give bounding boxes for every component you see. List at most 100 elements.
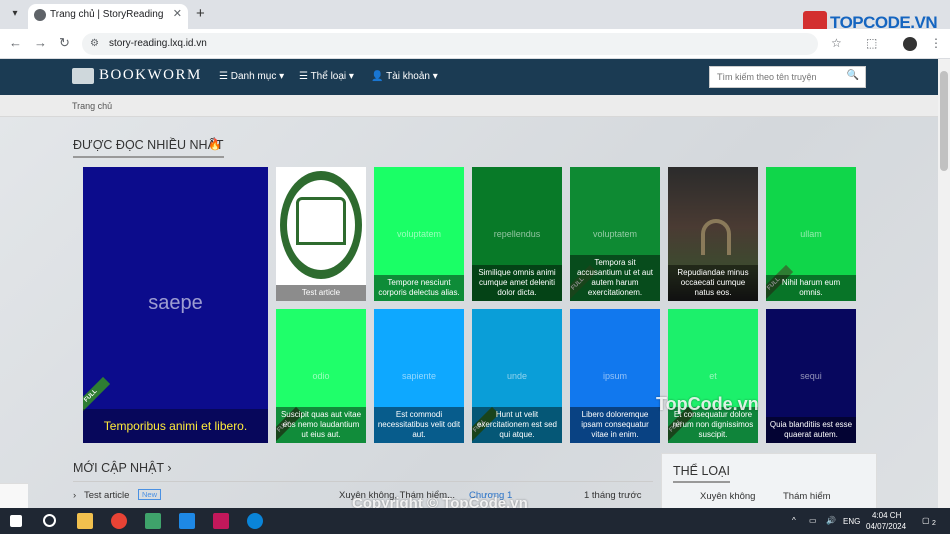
story-card[interactable]: HỘI AN Test article xyxy=(276,167,366,301)
genre-item[interactable]: Thám hiểm xyxy=(783,491,831,502)
story-title-link[interactable]: Test article xyxy=(84,490,129,501)
globe-icon xyxy=(34,9,46,21)
tab-title: Trang chủ | StoryReading xyxy=(50,9,164,20)
card-caption: Temporibus animi et libero. xyxy=(83,409,268,443)
chevron-up-icon[interactable]: ^ xyxy=(792,516,796,525)
story-card[interactable]: et FULL Et consequatur dolore rerum non di… xyxy=(668,309,758,443)
extensions-icon[interactable]: ⬚ xyxy=(866,36,877,50)
update-time: 1 tháng trước xyxy=(584,490,642,501)
reload-icon[interactable]: ↻ xyxy=(59,35,70,51)
card-placeholder-word: ullam xyxy=(800,229,822,239)
scrollbar-thumb[interactable] xyxy=(940,71,948,171)
omnibox[interactable]: ⚙ story-reading.lxq.id.vn xyxy=(82,33,818,55)
card-placeholder-word: voluptatem xyxy=(396,229,442,239)
breadcrumb: Trang chủ xyxy=(0,95,938,117)
logo-label: HỘI AN xyxy=(307,253,335,262)
story-card[interactable]: unde FULL Hunt ut velit exercitationem est… xyxy=(472,309,562,443)
bookmark-star-icon[interactable]: ☆ xyxy=(831,36,842,50)
breadcrumb-home[interactable]: Trang chủ xyxy=(72,101,112,111)
story-card[interactable]: Repudiandae minus occaecati cumque natus… xyxy=(668,167,758,301)
menu-categories[interactable]: ☰ Danh mục ▾ xyxy=(219,71,284,82)
card-placeholder-word: sequi xyxy=(800,371,822,381)
card-placeholder-word: ipsum xyxy=(602,371,627,381)
clock-time[interactable]: 4:04 CH xyxy=(872,511,901,520)
back-arrow-icon[interactable]: ← xyxy=(9,35,22,50)
topcode-watermark: TopCode.vn xyxy=(656,394,759,414)
photos-icon[interactable] xyxy=(145,513,161,529)
skype-icon[interactable] xyxy=(247,513,263,529)
card-caption: Test article xyxy=(276,285,366,301)
chevron-right-icon: › xyxy=(73,490,77,501)
story-card[interactable]: ullam FULL Nihil harum eum omnis. xyxy=(766,167,856,301)
site-navbar: BOOKWORM ☰ Danh mục ▾ ☰ Thể loại ▾ 👤 Tài… xyxy=(0,59,938,95)
book-icon xyxy=(72,67,94,84)
genre-item[interactable]: Xuyên không xyxy=(700,491,755,502)
card-caption: Libero doloremque ipsam consequatur vita… xyxy=(570,407,660,443)
card-placeholder-word: odio xyxy=(312,371,330,381)
card-caption: Repudiandae minus occaecati cumque natus… xyxy=(668,265,758,301)
site-info-icon[interactable]: ⚙ xyxy=(90,38,99,49)
tab-search-button[interactable]: ▾ xyxy=(6,5,24,23)
close-icon[interactable]: ✕ xyxy=(173,7,182,20)
story-card[interactable]: sequi Quia blanditiis est esse quaerat au… xyxy=(766,309,856,443)
chrome-icon[interactable] xyxy=(111,513,127,529)
volume-icon[interactable]: 🔊 xyxy=(826,516,836,525)
story-card[interactable]: voluptatem FULL Tempora sit accusantium ut… xyxy=(570,167,660,301)
card-placeholder-word: et xyxy=(709,371,717,381)
latest-section-title: MỚI CẬP NHẬT › xyxy=(73,461,171,475)
card-caption: Tempora sit accusantium ut et aut autem … xyxy=(570,255,660,301)
popular-section-title: ĐƯỢC ĐỌC NHIỀU NHẤT xyxy=(73,138,224,158)
card-placeholder-word: unde xyxy=(506,371,528,381)
notification-icon[interactable]: ▢ xyxy=(922,516,930,525)
vscode-icon[interactable] xyxy=(179,513,195,529)
story-card[interactable]: odio FULL Suscipit quas aut vitae eos nemo… xyxy=(276,309,366,443)
fire-icon: 🔥 xyxy=(208,139,222,151)
language-indicator[interactable]: ENG xyxy=(843,517,860,526)
story-card[interactable]: repellendus Similique omnis animi cumque … xyxy=(472,167,562,301)
card-placeholder-word: sapiente xyxy=(401,371,437,381)
site-logo[interactable]: BOOKWORM xyxy=(72,67,202,84)
menu-account-label: Tài khoản xyxy=(386,71,430,82)
genre-panel: THỂ LOẠI Xuyên không Thám hiểm xyxy=(661,453,877,508)
more-menu-icon[interactable]: ⋮ xyxy=(930,36,942,50)
search-icon[interactable]: 🔍 xyxy=(847,70,859,81)
card-placeholder-word: repellendus xyxy=(493,229,541,239)
new-tab-button[interactable]: + xyxy=(196,5,205,22)
card-caption: Hunt ut velit exercitationem est sed qui… xyxy=(472,407,562,443)
menu-genres[interactable]: ☰ Thể loại ▾ xyxy=(299,71,354,82)
photo-image xyxy=(701,219,731,255)
card-caption: Tempore nesciunt corporis delectus alias… xyxy=(374,275,464,301)
card-caption: Quia blanditiis est esse quaerat autem. xyxy=(766,417,856,443)
file-explorer-icon[interactable] xyxy=(77,513,93,529)
search-input[interactable] xyxy=(710,67,840,87)
network-icon[interactable]: ▭ xyxy=(809,516,817,525)
address-bar-row: ← → ↻ ⚙ story-reading.lxq.id.vn ☆ ⬚ ⋮ xyxy=(0,29,950,59)
card-caption: Suscipit quas aut vitae eos nemo laudant… xyxy=(276,407,366,443)
story-card[interactable]: voluptatem Tempore nesciunt corporis dele… xyxy=(374,167,464,301)
menu-account[interactable]: 👤 Tài khoản ▾ xyxy=(371,71,438,82)
card-caption: Similique omnis animi cumque amet deleni… xyxy=(472,265,562,301)
laravel-debugbar-icon[interactable] xyxy=(0,483,28,508)
search-icon[interactable] xyxy=(43,514,56,527)
card-placeholder-word: saepe xyxy=(148,292,203,314)
forward-arrow-icon[interactable]: → xyxy=(34,35,47,50)
clock-date[interactable]: 04/07/2024 xyxy=(866,522,906,531)
main-content: ĐƯỢC ĐỌC NHIỀU NHẤT 🔥 saepe FULL Tempori… xyxy=(0,117,938,508)
story-card[interactable]: ipsum Libero doloremque ipsam consequatur… xyxy=(570,309,660,443)
page-scrollbar[interactable] xyxy=(938,59,950,508)
windows-start-icon[interactable] xyxy=(10,515,22,527)
story-card[interactable]: sapiente Est commodi necessitatibus velit… xyxy=(374,309,464,443)
search-box: 🔍 xyxy=(709,66,866,88)
notification-count: 2 xyxy=(932,520,936,527)
chevron-right-icon: › xyxy=(167,461,172,475)
browser-tab[interactable]: Trang chủ | StoryReading ✕ xyxy=(28,4,188,29)
profile-avatar[interactable] xyxy=(903,37,917,51)
logo-gate-icon xyxy=(296,197,346,245)
story-card-featured[interactable]: saepe FULL Temporibus animi et libero. xyxy=(83,167,268,443)
card-caption: Est commodi necessitatibus velit odit au… xyxy=(374,407,464,443)
copyright-watermark: Copyright © TopCode.vn xyxy=(352,495,528,508)
site-logo-text: BOOKWORM xyxy=(99,67,202,83)
card-placeholder-word: voluptatem xyxy=(592,229,638,239)
latest-title-text: MỚI CẬP NHẬT xyxy=(73,461,164,475)
app-icon[interactable] xyxy=(213,513,229,529)
